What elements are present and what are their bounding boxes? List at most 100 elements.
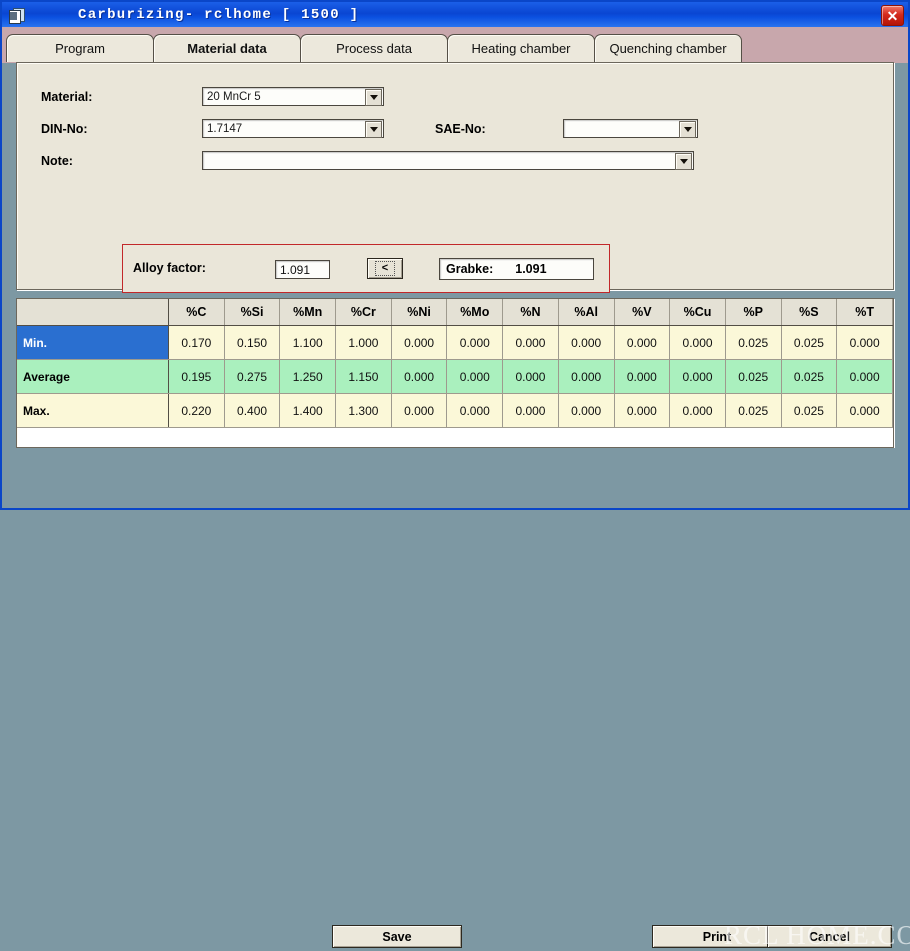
tab-strip: Program Material data Process data Heati… bbox=[2, 27, 908, 63]
column-header-t: %T bbox=[836, 299, 893, 326]
cell-avg-ni[interactable]: 0.000 bbox=[391, 359, 448, 394]
cell-max-s[interactable]: 0.025 bbox=[781, 393, 838, 428]
cell-avg-c[interactable]: 0.195 bbox=[168, 359, 225, 394]
column-header-cr: %Cr bbox=[335, 299, 392, 326]
cell-max-p[interactable]: 0.025 bbox=[725, 393, 782, 428]
alloy-transfer-button[interactable]: < bbox=[367, 258, 403, 279]
sae-no-select[interactable] bbox=[563, 119, 698, 138]
save-button[interactable]: Save bbox=[332, 925, 462, 948]
table-row: Average 0.195 0.275 1.250 1.150 0.000 0.… bbox=[17, 359, 893, 394]
title-bar: Carburizing- rclhome [ 1500 ] ✕ bbox=[2, 2, 908, 27]
cell-max-mn[interactable]: 1.400 bbox=[279, 393, 337, 428]
sae-no-label: SAE-No: bbox=[435, 122, 486, 136]
alloy-factor-input[interactable]: 1.091 bbox=[275, 260, 330, 279]
cell-max-c[interactable]: 0.220 bbox=[168, 393, 225, 428]
cell-min-s[interactable]: 0.025 bbox=[781, 325, 838, 360]
composition-table: %C %Si %Mn %Cr %Ni %Mo %N %Al %V %Cu %P … bbox=[17, 299, 893, 428]
cell-min-t[interactable]: 0.000 bbox=[836, 325, 893, 360]
print-button[interactable]: Print bbox=[652, 925, 782, 948]
cell-avg-mn[interactable]: 1.250 bbox=[279, 359, 337, 394]
cell-min-al[interactable]: 0.000 bbox=[558, 325, 615, 360]
footer-bar: Save Print Cancel RCL HOME.COM bbox=[2, 448, 910, 950]
cell-min-ni[interactable]: 0.000 bbox=[391, 325, 448, 360]
close-icon[interactable]: ✕ bbox=[881, 5, 904, 26]
alloy-factor-group: Alloy factor: 1.091 < Grabke: 1.091 bbox=[122, 244, 610, 293]
tab-program[interactable]: Program bbox=[6, 34, 154, 62]
row-label-min: Min. bbox=[17, 325, 169, 360]
alloy-transfer-label: < bbox=[374, 261, 396, 276]
column-header-s: %S bbox=[781, 299, 838, 326]
material-form-panel: Material: 20 MnCr 5 DIN-No: 1.7147 SAE-N… bbox=[16, 62, 894, 293]
din-no-value: 1.7147 bbox=[207, 122, 243, 135]
grabke-readout: Grabke: 1.091 bbox=[439, 258, 594, 280]
column-header-ni: %Ni bbox=[391, 299, 448, 326]
cell-avg-p[interactable]: 0.025 bbox=[725, 359, 782, 394]
cell-max-cr[interactable]: 1.300 bbox=[335, 393, 392, 428]
note-label: Note: bbox=[41, 154, 73, 168]
table-row: Min. 0.170 0.150 1.100 1.000 0.000 0.000… bbox=[17, 325, 893, 360]
document-stack-icon bbox=[9, 7, 27, 24]
cell-max-al[interactable]: 0.000 bbox=[558, 393, 615, 428]
column-header-cu: %Cu bbox=[669, 299, 726, 326]
cell-avg-s[interactable]: 0.025 bbox=[781, 359, 838, 394]
cell-max-mo[interactable]: 0.000 bbox=[446, 393, 504, 428]
cell-min-si[interactable]: 0.150 bbox=[224, 325, 281, 360]
cell-max-ni[interactable]: 0.000 bbox=[391, 393, 448, 428]
column-header-mo: %Mo bbox=[446, 299, 504, 326]
alloy-factor-label: Alloy factor: bbox=[133, 261, 206, 275]
cell-max-cu[interactable]: 0.000 bbox=[669, 393, 726, 428]
tab-process-data[interactable]: Process data bbox=[300, 34, 448, 62]
din-no-label: DIN-No: bbox=[41, 122, 88, 136]
cell-min-cu[interactable]: 0.000 bbox=[669, 325, 726, 360]
cell-max-n[interactable]: 0.000 bbox=[502, 393, 559, 428]
cell-avg-mo[interactable]: 0.000 bbox=[446, 359, 504, 394]
column-header-v: %V bbox=[614, 299, 671, 326]
application-window: Carburizing- rclhome [ 1500 ] ✕ Program … bbox=[0, 0, 910, 950]
material-label: Material: bbox=[41, 90, 93, 104]
column-header-p: %P bbox=[725, 299, 782, 326]
note-select[interactable] bbox=[202, 151, 694, 170]
row-label-average: Average bbox=[17, 359, 169, 394]
chevron-down-icon[interactable] bbox=[365, 121, 382, 138]
cell-max-v[interactable]: 0.000 bbox=[614, 393, 671, 428]
material-select[interactable]: 20 MnCr 5 bbox=[202, 87, 384, 106]
column-header-mn: %Mn bbox=[279, 299, 337, 326]
cell-min-cr[interactable]: 1.000 bbox=[335, 325, 392, 360]
chevron-down-icon[interactable] bbox=[675, 153, 692, 170]
window-title: Carburizing- rclhome [ 1500 ] bbox=[78, 6, 360, 23]
tab-material-data[interactable]: Material data bbox=[153, 34, 301, 62]
cell-min-p[interactable]: 0.025 bbox=[725, 325, 782, 360]
grabke-value: 1.091 bbox=[515, 262, 547, 276]
material-value: 20 MnCr 5 bbox=[207, 90, 261, 103]
cell-min-mo[interactable]: 0.000 bbox=[446, 325, 504, 360]
cell-avg-cr[interactable]: 1.150 bbox=[335, 359, 392, 394]
cell-avg-n[interactable]: 0.000 bbox=[502, 359, 559, 394]
cell-avg-v[interactable]: 0.000 bbox=[614, 359, 671, 394]
table-header-row: %C %Si %Mn %Cr %Ni %Mo %N %Al %V %Cu %P … bbox=[17, 299, 893, 326]
tab-list: Program Material data Process data Heati… bbox=[6, 34, 742, 62]
column-header-n: %N bbox=[502, 299, 559, 326]
cell-avg-cu[interactable]: 0.000 bbox=[669, 359, 726, 394]
composition-table-panel: %C %Si %Mn %Cr %Ni %Mo %N %Al %V %Cu %P … bbox=[16, 298, 894, 448]
cell-max-t[interactable]: 0.000 bbox=[836, 393, 893, 428]
cancel-button[interactable]: Cancel bbox=[767, 925, 892, 948]
cell-max-si[interactable]: 0.400 bbox=[224, 393, 281, 428]
din-no-select[interactable]: 1.7147 bbox=[202, 119, 384, 138]
row-label-max: Max. bbox=[17, 393, 169, 428]
column-header-si: %Si bbox=[224, 299, 281, 326]
chevron-down-icon[interactable] bbox=[679, 121, 696, 138]
grabke-label: Grabke: bbox=[446, 262, 494, 276]
column-header-al: %Al bbox=[558, 299, 615, 326]
cell-avg-si[interactable]: 0.275 bbox=[224, 359, 281, 394]
cell-min-c[interactable]: 0.170 bbox=[168, 325, 225, 360]
chevron-down-icon[interactable] bbox=[365, 89, 382, 106]
tab-heating-chamber[interactable]: Heating chamber bbox=[447, 34, 595, 62]
cell-min-n[interactable]: 0.000 bbox=[502, 325, 559, 360]
cell-min-mn[interactable]: 1.100 bbox=[279, 325, 337, 360]
cell-avg-al[interactable]: 0.000 bbox=[558, 359, 615, 394]
cell-min-v[interactable]: 0.000 bbox=[614, 325, 671, 360]
tab-quenching-chamber[interactable]: Quenching chamber bbox=[594, 34, 742, 62]
column-header-c: %C bbox=[168, 299, 225, 326]
cell-avg-t[interactable]: 0.000 bbox=[836, 359, 893, 394]
table-corner-cell bbox=[17, 299, 169, 326]
